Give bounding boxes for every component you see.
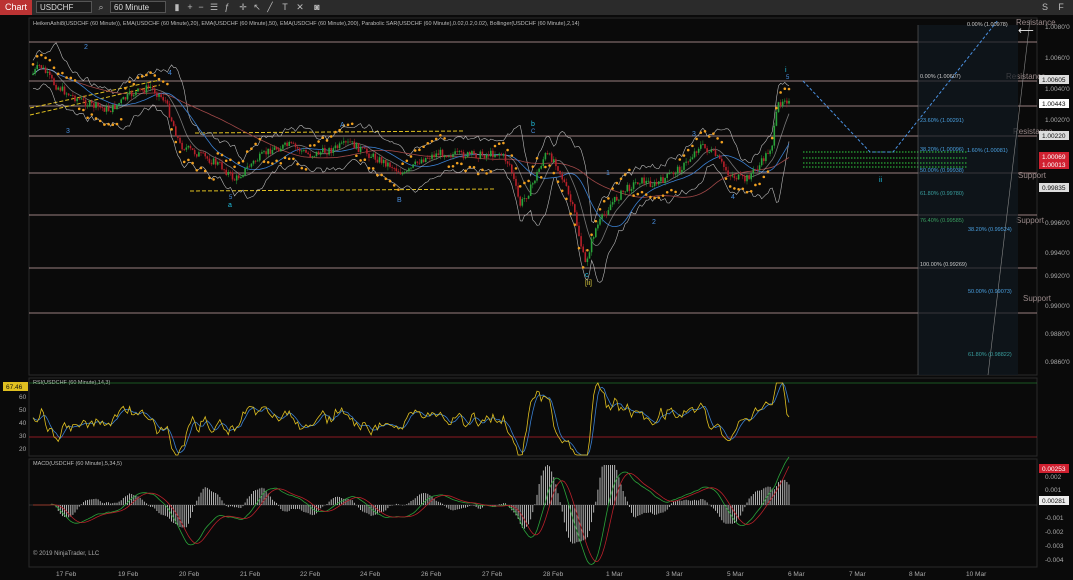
rsi-tick: 60	[19, 394, 27, 401]
rsi-tick: 30	[19, 433, 27, 440]
price-badge: 0.99835	[1042, 185, 1066, 192]
chart-toolbar: Chart USDCHF ⌕ 60 Minute ▮ + − ☰ ƒ ✛ ↖ ╱…	[0, 0, 1073, 16]
text-tool-icon[interactable]: T	[280, 2, 290, 12]
fib-label: 61.80% (0.98822)	[968, 352, 1012, 358]
instrument-selector[interactable]: USDCHF	[36, 1, 92, 13]
macd-panel-title: MACD(USDCHF (60 Minute),5,34,5)	[33, 461, 122, 467]
price-badge: 1.00069	[1042, 154, 1066, 161]
price-badge: 1.00605	[1042, 77, 1066, 84]
price-tick: 1.0020'0	[1045, 117, 1070, 124]
wave-label: C	[531, 129, 536, 135]
copyright-text: © 2019 NinjaTrader, LLC	[33, 550, 100, 557]
zoom-in-icon[interactable]: +	[185, 2, 195, 12]
date-tick: 8 Mar	[909, 571, 926, 578]
price-tick: 1.0060'0	[1045, 55, 1070, 62]
fib-label: 1.60% (1.00081)	[967, 148, 1008, 154]
support-label: Support	[1023, 294, 1052, 303]
date-tick: 19 Feb	[118, 571, 139, 578]
date-tick: 7 Mar	[849, 571, 866, 578]
wave-label: ii	[879, 177, 883, 184]
price-badge: 1.00013	[1042, 162, 1066, 169]
date-tick: 24 Feb	[360, 571, 381, 578]
fib-label: 23.60% (1.00291)	[920, 118, 964, 124]
fib-label: 0.00% (1.00978)	[967, 22, 1008, 28]
macd-tick: 0.002	[1045, 474, 1062, 481]
rsi-current-badge: 67.46	[6, 384, 23, 391]
support-label: Support	[1016, 216, 1045, 225]
date-tick: 1 Mar	[606, 571, 623, 578]
draw-line-icon[interactable]: ╱	[265, 2, 275, 12]
scroll-right-arrow-icon[interactable]: ⟵	[1018, 24, 1034, 37]
window-f-button[interactable]: F	[1056, 2, 1066, 12]
current-price-badge: 1.00443	[1042, 101, 1066, 108]
wave-label: b	[531, 121, 535, 128]
properties-icon[interactable]: ☰	[209, 2, 219, 12]
macd-badge: 0.00281	[1042, 498, 1066, 505]
rsi-tick: 40	[19, 420, 27, 427]
fib-label: 38.20% (0.99524)	[968, 227, 1012, 233]
timeframe-selector[interactable]: 60 Minute	[110, 1, 166, 13]
macd-tick: 0.001	[1045, 487, 1062, 494]
indicators-icon[interactable]: ƒ	[222, 2, 232, 12]
support-label: Support	[1018, 171, 1047, 180]
date-tick: 22 Feb	[300, 571, 321, 578]
rsi-tick: 50	[19, 407, 27, 414]
chart-tab[interactable]: Chart	[0, 0, 32, 15]
wave-label: 1	[606, 170, 610, 177]
wave-label: [ii]	[585, 280, 592, 287]
price-panel-title: HeikenAshi8(USDCHF (60 Minute)), EMA(USD…	[33, 21, 580, 27]
fib-label: 50.00% (0.99073)	[968, 289, 1012, 295]
price-tick: 0.9920'0	[1045, 273, 1070, 280]
pointer-icon[interactable]: ↖	[252, 2, 262, 12]
fib-label: 0.00% (1.00607)	[920, 74, 961, 80]
bar-type-icon[interactable]: ▮	[172, 2, 182, 12]
wave-label: 3	[66, 128, 70, 135]
wave-label: 4	[731, 194, 735, 201]
price-badge: 1.00220	[1042, 133, 1066, 140]
date-tick: 6 Mar	[788, 571, 805, 578]
date-tick: 27 Feb	[482, 571, 503, 578]
date-tick: 3 Mar	[666, 571, 683, 578]
fib-label: 38.20% (1.00096)	[920, 147, 964, 153]
macd-tick: -0.004	[1045, 557, 1064, 564]
macd-badge: 0.00253	[1042, 466, 1066, 473]
wave-label: 4	[168, 70, 172, 77]
fib-label: 100.00% (0.99269)	[920, 262, 967, 268]
price-tick: 0.9880'0	[1045, 331, 1070, 338]
wave-label: 2	[84, 44, 88, 51]
macd-tick: -0.001	[1045, 515, 1064, 522]
date-tick: 20 Feb	[179, 571, 200, 578]
date-tick: 17 Feb	[56, 571, 77, 578]
search-icon[interactable]: ⌕	[96, 2, 106, 12]
date-tick: 10 Mar	[966, 571, 987, 578]
date-tick: 5 Mar	[727, 571, 744, 578]
crosshair-icon[interactable]: ✛	[238, 2, 248, 12]
price-tick: 0.9900'0	[1045, 303, 1070, 310]
trash-icon[interactable]: ✕	[295, 2, 305, 12]
price-tick: 0.9940'0	[1045, 250, 1070, 257]
fib-label: 61.80% (0.99780)	[920, 191, 964, 197]
price-tick: 0.9860'0	[1045, 359, 1070, 366]
date-tick: 21 Feb	[240, 571, 261, 578]
wave-label: 3	[692, 131, 696, 138]
price-tick: 1.0040'0	[1045, 86, 1070, 93]
macd-tick: -0.002	[1045, 529, 1064, 536]
date-tick: 26 Feb	[421, 571, 442, 578]
wave-label: A	[340, 122, 345, 129]
macd-tick: -0.003	[1045, 543, 1064, 550]
price-tick: 0.9960'0	[1045, 220, 1070, 227]
camera-icon[interactable]: ◙	[312, 2, 322, 12]
chart-canvas[interactable]: HeikenAshi8(USDCHF (60 Minute)), EMA(USD…	[0, 15, 1073, 580]
wave-label: c	[585, 272, 589, 279]
window-s-button[interactable]: S	[1040, 2, 1050, 12]
fib-label: 76.40% (0.99585)	[920, 218, 964, 224]
zoom-out-icon[interactable]: −	[196, 2, 206, 12]
rsi-tick: 20	[19, 446, 27, 453]
price-tick: 1.0080'0	[1045, 24, 1070, 31]
wave-label: 2	[652, 219, 656, 226]
date-tick: 28 Feb	[543, 571, 564, 578]
fib-label: 50.00% (0.99938)	[920, 168, 964, 174]
wave-label: a	[228, 202, 232, 209]
wave-label: B	[397, 197, 402, 204]
